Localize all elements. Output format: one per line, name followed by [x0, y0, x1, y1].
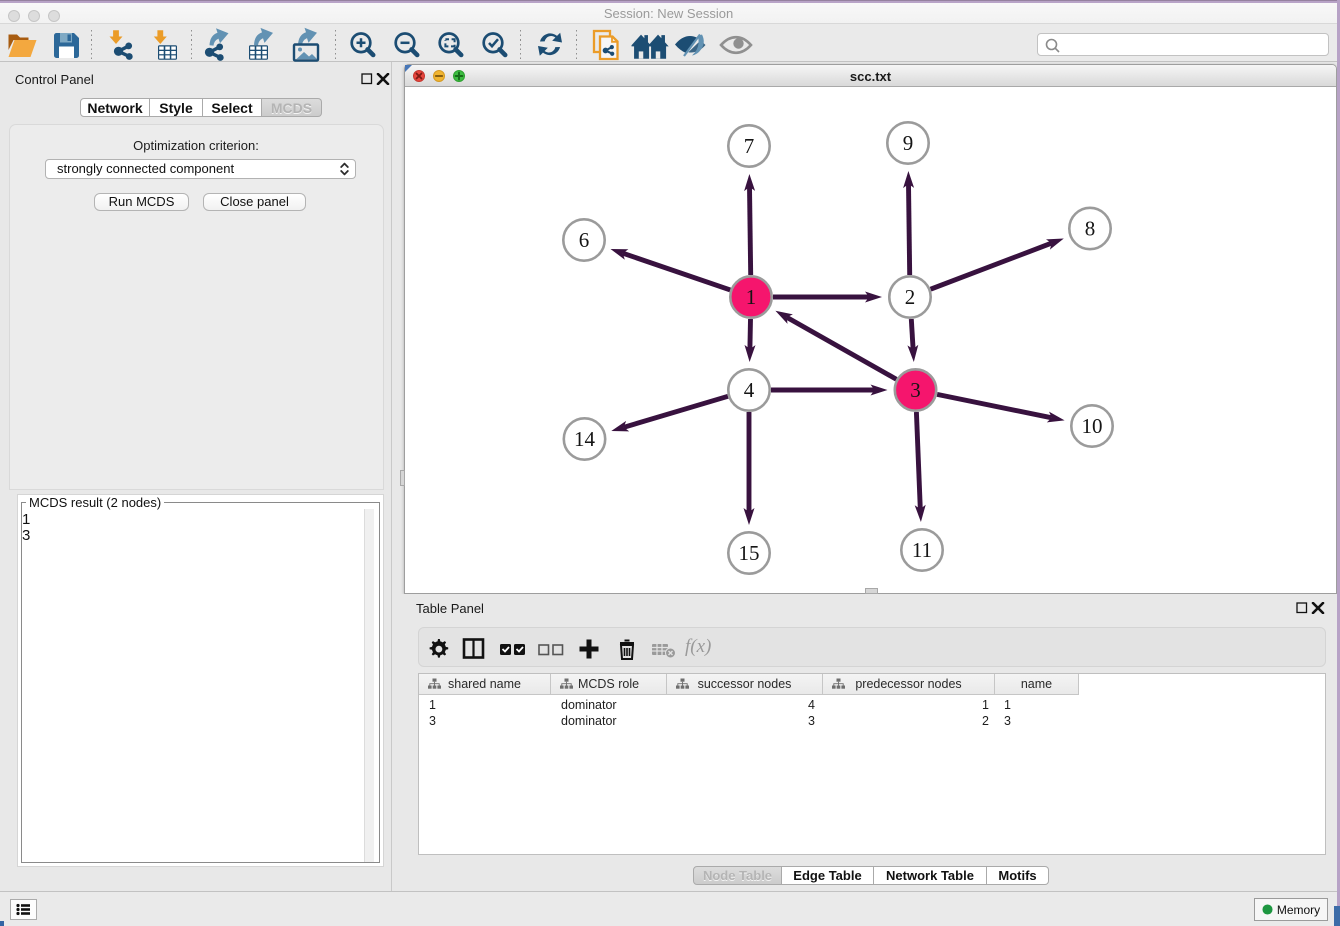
svg-text:8: 8: [1085, 217, 1096, 241]
svg-text:11: 11: [912, 538, 932, 562]
svg-text:7: 7: [744, 134, 755, 158]
svg-text:9: 9: [903, 131, 914, 155]
svg-text:2: 2: [905, 285, 916, 309]
svg-text:15: 15: [739, 541, 760, 565]
svg-text:14: 14: [574, 427, 596, 451]
svg-text:1: 1: [746, 285, 757, 309]
svg-text:3: 3: [910, 378, 921, 402]
svg-text:4: 4: [744, 378, 755, 402]
svg-text:10: 10: [1082, 414, 1103, 438]
svg-text:6: 6: [579, 228, 590, 252]
